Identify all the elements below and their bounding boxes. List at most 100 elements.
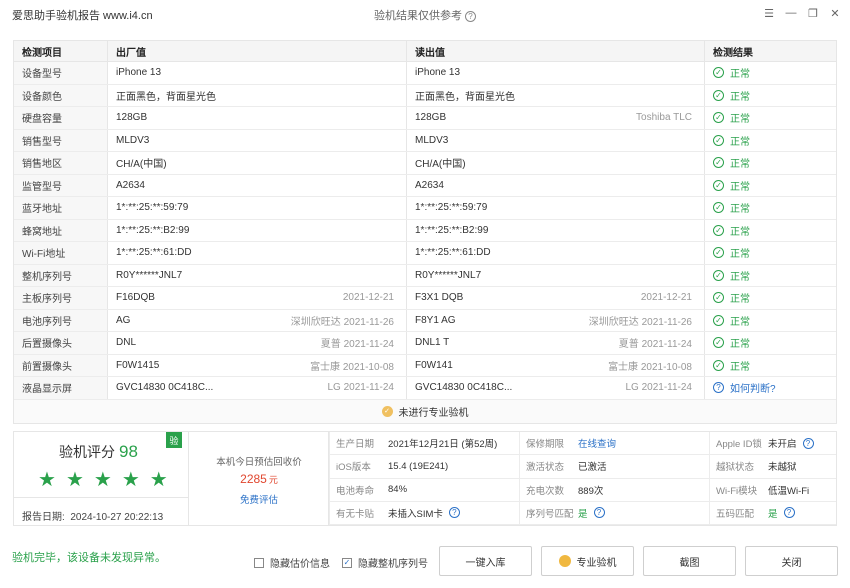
check-circle-icon: ✓ xyxy=(713,269,724,281)
factory-value: 1*:**:25:**:61:DD xyxy=(116,247,192,259)
hide-estimate-checkbox[interactable]: 隐藏估价信息 xyxy=(254,555,330,570)
window-title-text: 验机结果仅供参考 xyxy=(374,10,462,22)
row-factory: 1*:**:25:**:61:DD xyxy=(107,242,406,264)
row-read: 1*:**:25:**:61:DD xyxy=(406,242,704,264)
info-label: 充电次数 xyxy=(526,485,565,497)
row-item: 前置摄像头 xyxy=(14,354,107,376)
factory-value: DNL xyxy=(116,337,137,349)
info-value: 2021年12月21日 (第52周) xyxy=(388,439,498,451)
row-factory: MLDV3 xyxy=(107,129,406,151)
info-value: 未越狱 xyxy=(768,462,797,474)
table-row: 后置摄像头 DNL 夏普 2021-11-24 DNL1 T 夏普 2021-11-24… xyxy=(14,332,836,355)
factory-value: F0W1415 xyxy=(116,359,160,371)
check-circle-icon: ✓ xyxy=(713,112,724,124)
factory-value: CH/A(中国) xyxy=(116,159,167,171)
row-factory: A2634 xyxy=(107,174,406,196)
read-value: CH/A(中国) xyxy=(415,159,466,171)
table-row: 蓝牙地址 1*:**:25:**:59:79 1*:**:25:**:59:79 ✓ 正… xyxy=(14,197,836,220)
read-value: 正面黑色，背面星光色 xyxy=(415,91,515,103)
factory-value: 128GB xyxy=(116,112,148,124)
info-cell: 有无卡贴 未插入SIM卡? xyxy=(329,501,519,525)
check-circle-icon: ✓ xyxy=(713,359,724,371)
info-value: 已激活 xyxy=(578,462,607,474)
factory-value: F16DQB xyxy=(116,292,155,304)
row-item: 蓝牙地址 xyxy=(14,197,107,219)
info-value: 84% xyxy=(388,484,408,496)
info-value: 15.4 (19E241) xyxy=(388,460,449,472)
store-button[interactable]: 一键入库 xyxy=(439,546,532,576)
row-result: ✓ 正常 xyxy=(704,264,836,286)
row-item: 液晶显示屏 xyxy=(14,377,107,399)
hide-serial-checkbox[interactable]: ✓ 隐藏整机序列号 xyxy=(342,555,428,570)
row-read: 1*:**:25:**:B2:99 xyxy=(406,219,704,241)
result-text: 如何判断? xyxy=(730,384,776,396)
read-value: MLDV3 xyxy=(415,134,449,146)
check-circle-icon: ✓ xyxy=(713,67,724,79)
close-icon[interactable]: ✕ xyxy=(828,6,842,20)
table-body: 设备型号 iPhone 13 iPhone 13 ✓ 正常 设备颜色 正面黑色，背面星光色正… xyxy=(14,62,836,400)
estimate-box: 本机今日预估回收价 2285 元 免费评估 xyxy=(189,432,329,525)
restore-icon[interactable]: ❐ xyxy=(806,6,820,20)
checkbox-checked-icon[interactable]: ✓ xyxy=(342,557,352,568)
table-row: 整机序列号 R0Y******JNL7 R0Y******JNL7 ✓ 正常 xyxy=(14,264,836,287)
screenshot-button[interactable]: 截图 xyxy=(643,546,736,576)
info-value[interactable]: 在线查询 xyxy=(578,436,616,450)
free-estimate-link[interactable]: 免费评估 xyxy=(189,492,329,506)
row-item: 销售地区 xyxy=(14,152,107,174)
report-date-label: 报告日期: xyxy=(22,512,65,523)
check-circle-icon: ✓ xyxy=(713,89,724,101)
table-row: 设备型号 iPhone 13 iPhone 13 ✓ 正常 xyxy=(14,62,836,85)
table-row: 销售地区 CH/A(中国) CH/A(中国) ✓ 正常 xyxy=(14,152,836,175)
table-row: Wi-Fi地址 1*:**:25:**:61:DD 1*:**:25:**:61:D… xyxy=(14,242,836,265)
help-icon[interactable]: ? xyxy=(465,10,476,22)
info-label: 保修期限 xyxy=(526,439,565,451)
close-button[interactable]: 关闭 xyxy=(745,546,838,576)
row-factory: GVC14830 0C418C... LG 2021-11-24 xyxy=(107,377,406,399)
help-icon[interactable]: ? xyxy=(783,507,795,519)
row-result: ✓ 正常 xyxy=(704,107,836,129)
info-label: Wi-Fi模块 xyxy=(716,485,758,497)
result-text: 正常 xyxy=(730,159,750,171)
header-result: 检测结果 xyxy=(704,41,836,61)
report-date-value: 2024-10-27 20:22:13 xyxy=(70,512,164,523)
star-rating: ★ ★ ★ ★ ★ xyxy=(38,470,168,490)
info-label: 激活状态 xyxy=(526,462,565,474)
read-value: 1*:**:25:**:B2:99 xyxy=(415,224,489,236)
row-factory: 1*:**:25:**:B2:99 xyxy=(107,219,406,241)
hide-serial-label: 隐藏整机序列号 xyxy=(358,559,428,570)
info-label: 越狱状态 xyxy=(716,462,755,474)
checkbox-unchecked-icon[interactable] xyxy=(254,557,264,568)
row-result: ✓ 正常 xyxy=(704,309,836,331)
star-icon: ★ xyxy=(38,469,56,491)
row-read: R0Y******JNL7 xyxy=(406,264,704,286)
pro-check-label: 专业验机 xyxy=(576,557,617,569)
row-item: Wi-Fi地址 xyxy=(14,242,107,264)
info-cell: 保修期限 在线查询 xyxy=(519,432,709,456)
read-value: iPhone 13 xyxy=(415,67,461,79)
result-text: 正常 xyxy=(730,316,750,328)
title-bar: 爱思助手验机报告 www.i4.cn 验机结果仅供参考? ☰ — ❐ ✕ xyxy=(0,0,850,28)
row-factory: iPhone 13 xyxy=(107,62,406,84)
help-icon[interactable]: ? xyxy=(802,437,814,449)
minimize-icon[interactable]: — xyxy=(784,6,798,20)
help-icon[interactable]: ? xyxy=(593,507,605,519)
info-label: 序列号匹配 xyxy=(526,508,574,520)
pro-check-button[interactable]: 专业验机 xyxy=(541,546,634,576)
shield-icon: ✓ xyxy=(381,405,393,417)
report-date: 报告日期: 2024-10-27 20:22:13 xyxy=(22,508,163,523)
estimate-price-value: 2285 xyxy=(240,472,267,486)
read-value: F3X1 DQB xyxy=(415,292,464,304)
check-circle-icon: ✓ xyxy=(713,134,724,146)
row-item: 设备颜色 xyxy=(14,84,107,106)
result-text: 正常 xyxy=(730,339,750,351)
row-read: MLDV3 xyxy=(406,129,704,151)
menu-icon[interactable]: ☰ xyxy=(762,6,776,20)
row-result[interactable]: ? 如何判断? xyxy=(704,377,836,399)
factory-value: MLDV3 xyxy=(116,134,150,146)
row-read: 1*:**:25:**:59:79 xyxy=(406,197,704,219)
table-row: 监管型号 A2634 A2634 ✓ 正常 xyxy=(14,174,836,197)
help-icon[interactable]: ? xyxy=(448,507,460,519)
row-item: 硬盘容量 xyxy=(14,107,107,129)
inspection-table: 检测项目 出厂值 读出值 检测结果 设备型号 iPhone 13 iPhone 13… xyxy=(13,40,837,424)
info-label: 生产日期 xyxy=(336,439,375,451)
